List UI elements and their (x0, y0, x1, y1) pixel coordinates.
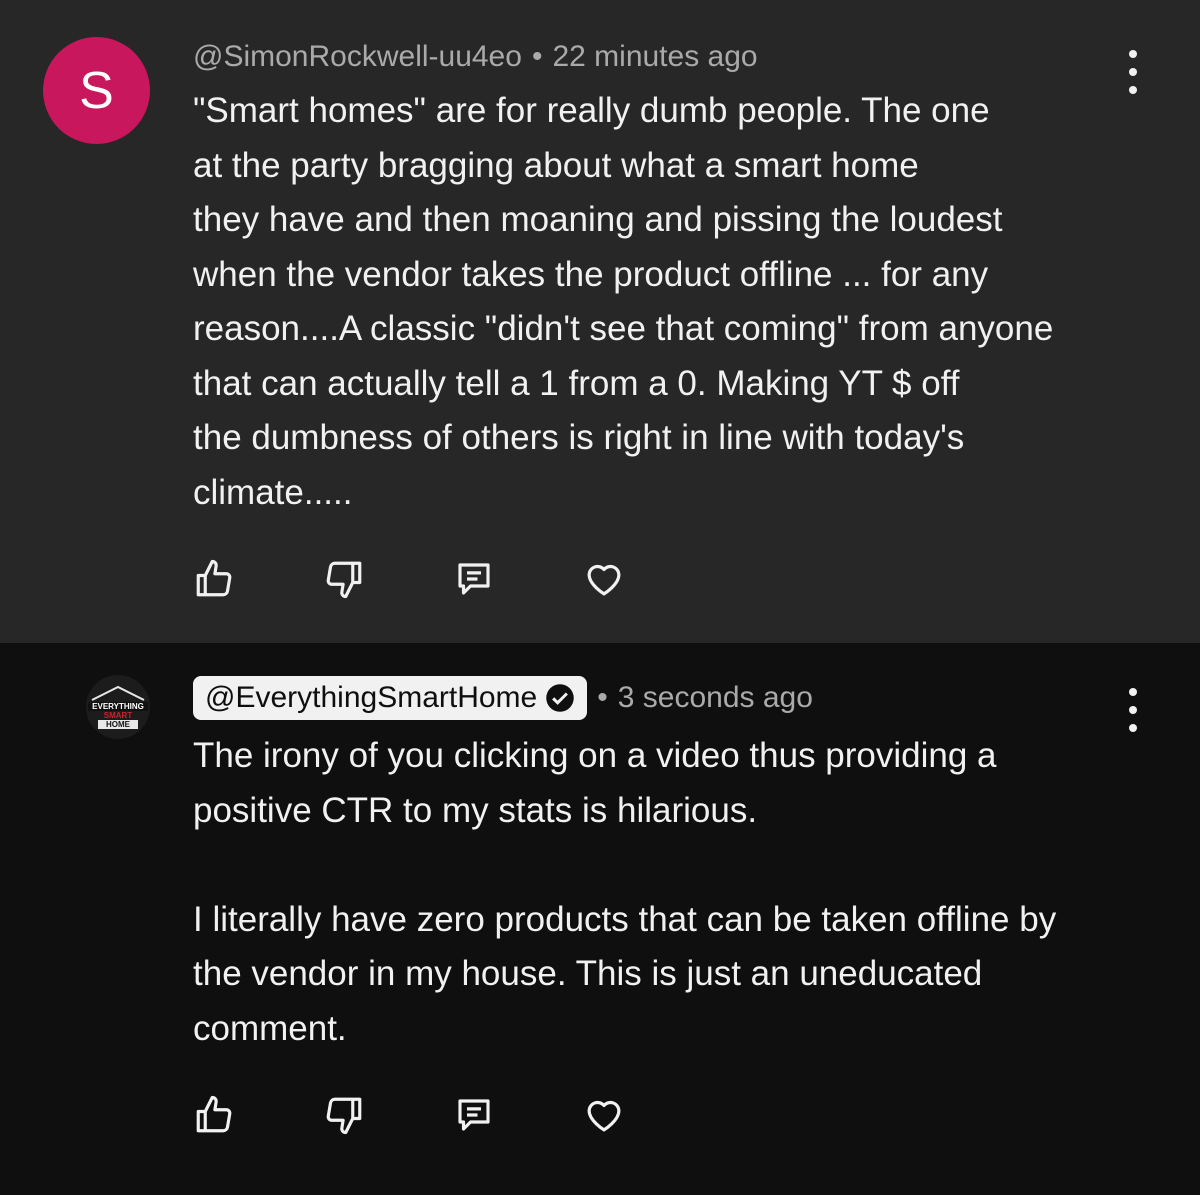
reply-icon[interactable] (453, 1094, 495, 1136)
creator-handle-chip[interactable]: @EverythingSmartHome (193, 676, 588, 720)
comment-header: @EverythingSmartHome • 3 seconds ago (193, 676, 813, 720)
more-options-icon[interactable] (1118, 50, 1148, 94)
avatar[interactable]: S (43, 37, 150, 144)
thumbs-down-icon[interactable] (323, 558, 365, 600)
comment-header: @SimonRockwell-uu4eo • 22 minutes ago (193, 40, 758, 74)
heart-icon[interactable] (583, 1094, 625, 1136)
house-roof-icon (91, 685, 145, 701)
thumbs-up-icon[interactable] (193, 558, 235, 600)
channel-logo: EVERYTHING SMART HOME (88, 685, 148, 729)
avatar[interactable]: EVERYTHING SMART HOME (86, 675, 150, 739)
comment-time: 22 minutes ago (552, 40, 758, 73)
verified-check-icon (546, 684, 574, 712)
comment-actions (193, 558, 713, 600)
separator-dot: • (531, 40, 543, 73)
comment-actions (193, 1094, 713, 1136)
comment: EVERYTHING SMART HOME @EverythingSmartHo… (0, 643, 1200, 1195)
logo-line-1: EVERYTHING (88, 702, 148, 711)
reply-icon[interactable] (453, 558, 495, 600)
more-options-icon[interactable] (1118, 688, 1148, 732)
comment-author: @EverythingSmartHome (205, 681, 538, 714)
comment-text: "Smart homes" are for really dumb people… (193, 91, 1054, 512)
logo-line-3: HOME (98, 720, 138, 729)
comment-author[interactable]: @SimonRockwell-uu4eo (193, 40, 522, 74)
separator-dot: • (597, 681, 608, 714)
avatar-letter: S (79, 61, 114, 120)
thumbs-up-icon[interactable] (193, 1094, 235, 1136)
thumbs-down-icon[interactable] (323, 1094, 365, 1136)
heart-icon[interactable] (583, 558, 625, 600)
comment: S @SimonRockwell-uu4eo • 22 minutes ago … (0, 0, 1200, 643)
comment-time: 3 seconds ago (617, 681, 813, 714)
comment-text: The irony of you clicking on a video thu… (193, 736, 1057, 1048)
logo-line-2: SMART (103, 711, 133, 720)
